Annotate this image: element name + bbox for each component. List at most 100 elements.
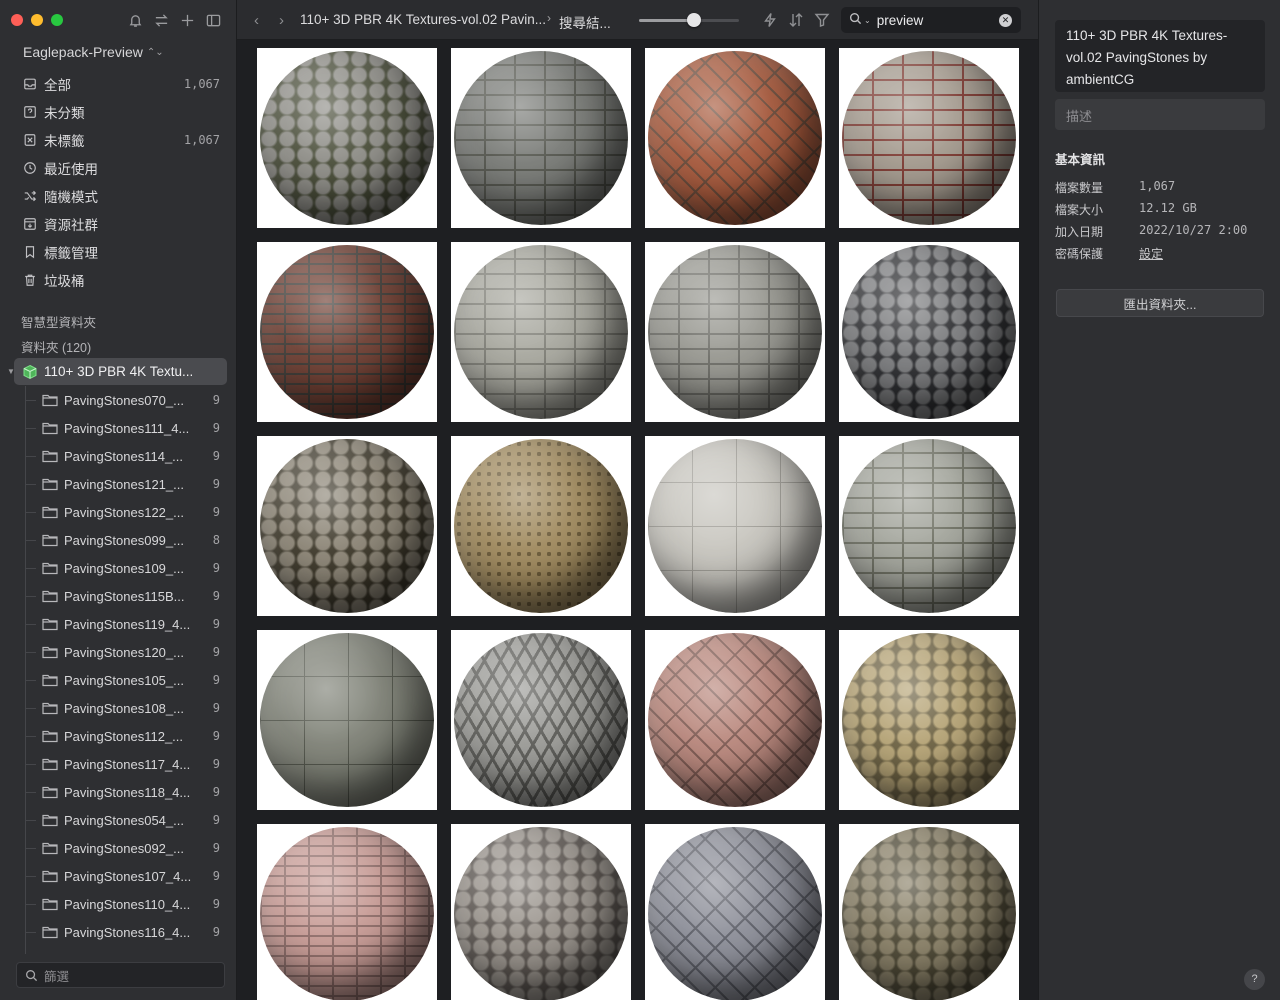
folder-label: PavingStones118_4... bbox=[64, 784, 191, 800]
folder-tree-item[interactable]: PavingStones099_... 8 bbox=[0, 526, 237, 554]
bell-icon[interactable] bbox=[127, 11, 143, 29]
folder-tree-item[interactable]: PavingStones105_... 9 bbox=[0, 666, 237, 694]
folder-tree-item[interactable]: PavingStones120_... 9 bbox=[0, 638, 237, 666]
sidebar-item-7[interactable]: 垃圾桶 bbox=[14, 266, 228, 294]
folders-heading[interactable]: 資料夾 (120) bbox=[21, 337, 91, 356]
sidebar-item-1[interactable]: 未分類 bbox=[14, 98, 228, 126]
minimize-window-button[interactable] bbox=[31, 14, 43, 26]
filter-icon[interactable] bbox=[814, 12, 830, 28]
active-folder[interactable]: ▼ 110+ 3D PBR 4K Textu... bbox=[7, 358, 227, 385]
folder-label: PavingStones122_... bbox=[64, 504, 184, 520]
folder-tree-item[interactable]: PavingStones108_... 9 bbox=[0, 694, 237, 722]
trash-icon bbox=[22, 273, 37, 288]
folder-tree-item[interactable]: PavingStones115B... 9 bbox=[0, 582, 237, 610]
thumbnail-card[interactable] bbox=[451, 824, 631, 1000]
folder-tree-item[interactable]: PavingStones121_... 9 bbox=[0, 470, 237, 498]
folder-count: 9 bbox=[212, 701, 220, 715]
folder-count: 9 bbox=[212, 477, 220, 491]
folder-tree-item[interactable]: PavingStones109_... 9 bbox=[0, 554, 237, 582]
thumbnail-card[interactable] bbox=[839, 824, 1019, 1000]
thumbnail-card[interactable] bbox=[257, 630, 437, 810]
info-key: 密碼保護 bbox=[1055, 247, 1104, 261]
thumbnail-card[interactable] bbox=[451, 436, 631, 616]
thumbnail-card[interactable] bbox=[257, 436, 437, 616]
search-input[interactable]: ⌄ preview ✕ bbox=[841, 7, 1021, 33]
thumbnail-card[interactable] bbox=[451, 630, 631, 810]
texture-sphere-preview bbox=[842, 827, 1016, 1000]
help-button[interactable]: ? bbox=[1244, 969, 1265, 990]
disclosure-triangle-icon[interactable]: ▼ bbox=[7, 367, 15, 376]
thumbnail-card[interactable] bbox=[645, 824, 825, 1000]
plus-icon[interactable] bbox=[179, 11, 195, 29]
folder-tree-item[interactable]: PavingStones070_... 9 bbox=[0, 386, 237, 414]
folder-tree-item[interactable]: PavingStones117_4... 9 bbox=[0, 750, 237, 778]
folder-tree-item[interactable]: PavingStones110_4... 9 bbox=[0, 890, 237, 918]
folder-tree-item[interactable]: PavingStones119_4... 9 bbox=[0, 610, 237, 638]
sidebar-item-4[interactable]: 隨機模式 bbox=[14, 182, 228, 210]
sidebar-item-3[interactable]: 最近使用 bbox=[14, 154, 228, 182]
sidebar-item-0[interactable]: 全部 1,067 bbox=[14, 70, 228, 98]
filter-input[interactable]: 篩選 bbox=[16, 962, 225, 988]
question-icon bbox=[22, 105, 37, 120]
cube-folder-icon bbox=[23, 364, 37, 379]
sidebar-item-label: 垃圾桶 bbox=[44, 274, 85, 289]
thumbnail-card[interactable] bbox=[451, 48, 631, 228]
breadcrumb-folder[interactable]: 110+ 3D PBR 4K Textures-vol.02 Pavin... bbox=[300, 12, 546, 27]
folder-tree-item[interactable]: PavingStones116_4... 9 bbox=[0, 918, 237, 946]
folder-count: 9 bbox=[212, 673, 220, 687]
texture-sphere-preview bbox=[842, 439, 1016, 613]
info-key: 檔案大小 bbox=[1055, 203, 1104, 217]
sidebar-item-5[interactable]: 資源社群 bbox=[14, 210, 228, 238]
export-folder-button[interactable]: 匯出資料夾... bbox=[1056, 289, 1264, 317]
thumbnail-card[interactable] bbox=[839, 48, 1019, 228]
sidebar-item-6[interactable]: 標籤管理 bbox=[14, 238, 228, 266]
search-value[interactable]: preview bbox=[877, 13, 999, 28]
breadcrumb-current[interactable]: 搜尋結... bbox=[559, 12, 611, 32]
thumbnail-card[interactable] bbox=[645, 436, 825, 616]
folder-tree-item[interactable]: PavingStones092_... 9 bbox=[0, 834, 237, 862]
texture-sphere-preview bbox=[454, 51, 628, 225]
thumbnail-card[interactable] bbox=[839, 436, 1019, 616]
lightning-icon[interactable] bbox=[762, 12, 778, 28]
forward-button[interactable]: › bbox=[279, 12, 284, 29]
folder-title-field[interactable]: 110+ 3D PBR 4K Textures-vol.02 PavingSto… bbox=[1055, 20, 1265, 92]
folder-tree-item[interactable]: PavingStones118_4... 9 bbox=[0, 778, 237, 806]
clear-search-button[interactable]: ✕ bbox=[999, 13, 1012, 27]
thumbnail-card[interactable] bbox=[257, 48, 437, 228]
thumbnail-card[interactable] bbox=[257, 824, 437, 1000]
slider-thumb[interactable] bbox=[687, 13, 701, 27]
close-window-button[interactable] bbox=[11, 14, 23, 26]
thumbnail-card[interactable] bbox=[839, 242, 1019, 422]
sort-icon[interactable] bbox=[788, 12, 804, 28]
folder-tree-item[interactable]: PavingStones054_... 9 bbox=[0, 806, 237, 834]
thumbnail-card[interactable] bbox=[645, 48, 825, 228]
folder-tree-item[interactable]: PavingStones114_... 9 bbox=[0, 442, 237, 470]
folder-tree-item[interactable]: PavingStones107_4... 9 bbox=[0, 862, 237, 890]
password-setting-link[interactable]: 設定 bbox=[1139, 245, 1163, 262]
folder-count: 9 bbox=[212, 813, 220, 827]
back-button[interactable]: ‹ bbox=[254, 12, 259, 29]
description-field[interactable]: 描述 bbox=[1055, 99, 1265, 130]
zoom-window-button[interactable] bbox=[51, 14, 63, 26]
chevron-down-icon[interactable]: ⌄ bbox=[864, 16, 871, 25]
library-switcher[interactable]: Eaglepack-Preview ⌃⌄ bbox=[23, 44, 164, 60]
thumbnail-card[interactable] bbox=[645, 630, 825, 810]
thumbnail-card[interactable] bbox=[645, 242, 825, 422]
folder-tree-item[interactable]: PavingStones122_... 9 bbox=[0, 498, 237, 526]
thumbnail-card[interactable] bbox=[451, 242, 631, 422]
folder-label: PavingStones092_... bbox=[64, 840, 184, 856]
thumbnail-card[interactable] bbox=[839, 630, 1019, 810]
info-value: 1,067 bbox=[1139, 179, 1176, 193]
sidebar-toolbar bbox=[127, 11, 221, 29]
sidebar-toggle-icon[interactable] bbox=[205, 11, 221, 29]
folder-icon bbox=[42, 617, 58, 631]
basic-info-heading: 基本資訊 bbox=[1055, 153, 1106, 167]
sync-icon[interactable] bbox=[153, 11, 169, 29]
thumbnail-card[interactable] bbox=[257, 242, 437, 422]
info-key: 加入日期 bbox=[1055, 225, 1104, 239]
sidebar-item-2[interactable]: 未標籤 1,067 bbox=[14, 126, 228, 154]
smart-folders-heading[interactable]: 智慧型資料夾 bbox=[21, 312, 96, 331]
folder-tree-item[interactable]: PavingStones112_... 9 bbox=[0, 722, 237, 750]
folder-label: PavingStones105_... bbox=[64, 672, 184, 688]
folder-tree-item[interactable]: PavingStones111_4... 9 bbox=[0, 414, 237, 442]
